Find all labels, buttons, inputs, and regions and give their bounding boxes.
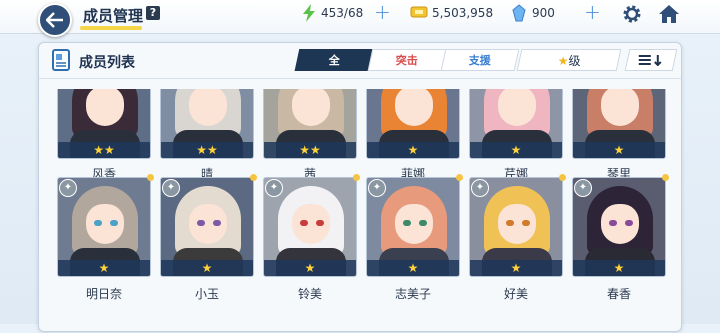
new-indicator: [353, 174, 360, 181]
star-rating: ★: [470, 260, 562, 276]
star-rating: ★: [367, 260, 459, 276]
tab-attack[interactable]: 突击: [367, 49, 447, 71]
member-portrait: ★★: [160, 89, 254, 159]
star-rating: ★: [573, 260, 665, 276]
member-name: 明日奈: [85, 287, 122, 301]
gem-icon: [512, 4, 526, 22]
back-arrow-icon: [46, 12, 63, 28]
pin-icon[interactable]: ✦: [59, 179, 77, 197]
sort-label: 级: [568, 54, 581, 68]
help-button[interactable]: ?: [146, 6, 160, 20]
pin-icon[interactable]: ✦: [574, 179, 592, 197]
new-indicator: [662, 174, 669, 181]
member-list-panel: 成员列表 全 突击 支援 ★级 ★★ 风香 ★★ 晴 ★★ 茜 ★ 菲娜 ★ 芹…: [38, 42, 682, 332]
member-name: 好美: [503, 287, 528, 301]
gear-icon[interactable]: [621, 3, 643, 25]
panel-header: 成员列表 全 突击 支援 ★级: [39, 43, 681, 79]
home-icon[interactable]: [658, 3, 680, 25]
credits-value: 5,503,958: [432, 6, 494, 20]
ap-value: 453/68: [321, 6, 364, 20]
member-portrait: ★: [366, 89, 460, 159]
lightning-icon: [303, 4, 315, 22]
star-rating: ★: [58, 260, 150, 276]
member-name: 春香: [606, 287, 631, 301]
star-rating: ★: [161, 260, 253, 276]
member-grid: ★★ 风香 ★★ 晴 ★★ 茜 ★ 菲娜 ★ 芹娜 ★ 琴里 ✦ ★ 明日奈 ✦…: [47, 89, 675, 333]
new-indicator: [147, 174, 154, 181]
pin-icon[interactable]: ✦: [265, 179, 283, 197]
add-gems-button[interactable]: +: [584, 2, 601, 22]
star-icon: ★: [557, 54, 569, 68]
star-rating: ★★: [264, 142, 356, 158]
ticket-icon: [410, 6, 428, 18]
member-list-icon: [52, 49, 70, 71]
tab-attack-label: 突击: [395, 54, 418, 67]
sort-order-icon: [638, 55, 662, 67]
tab-support-label: 支援: [468, 54, 491, 67]
star-rating: ★: [367, 142, 459, 158]
tab-all[interactable]: 全: [294, 49, 374, 71]
member-portrait: ★: [469, 89, 563, 159]
star-rating: ★: [470, 142, 562, 158]
star-rating: ★: [264, 260, 356, 276]
gems-value: 900: [532, 6, 555, 20]
back-button[interactable]: [38, 3, 72, 37]
add-ap-button[interactable]: +: [374, 2, 391, 22]
top-bar: 成员管理 ? 453/68 + 5,503,958 900 +: [0, 0, 720, 34]
pin-icon[interactable]: ✦: [471, 179, 489, 197]
pin-icon[interactable]: ✦: [162, 179, 180, 197]
new-indicator: [456, 174, 463, 181]
new-indicator: [250, 174, 257, 181]
star-rating: ★: [573, 142, 665, 158]
member-portrait: ★★: [263, 89, 357, 159]
tab-support[interactable]: 支援: [440, 49, 520, 71]
member-name: 志美子: [394, 287, 431, 301]
pin-icon[interactable]: ✦: [368, 179, 386, 197]
tab-all-label: 全: [328, 54, 340, 67]
member-portrait: ★: [572, 89, 666, 159]
sort-order-button[interactable]: [624, 49, 678, 71]
title-underline: [80, 26, 142, 30]
member-name: 铃美: [297, 287, 322, 301]
new-indicator: [559, 174, 566, 181]
member-name: 小玉: [194, 287, 219, 301]
sort-button[interactable]: ★级: [516, 49, 622, 71]
page-title: 成员管理: [83, 7, 144, 25]
member-portrait: ★★: [57, 89, 151, 159]
star-rating: ★★: [58, 142, 150, 158]
star-rating: ★★: [161, 142, 253, 158]
panel-title: 成员列表: [79, 55, 135, 71]
